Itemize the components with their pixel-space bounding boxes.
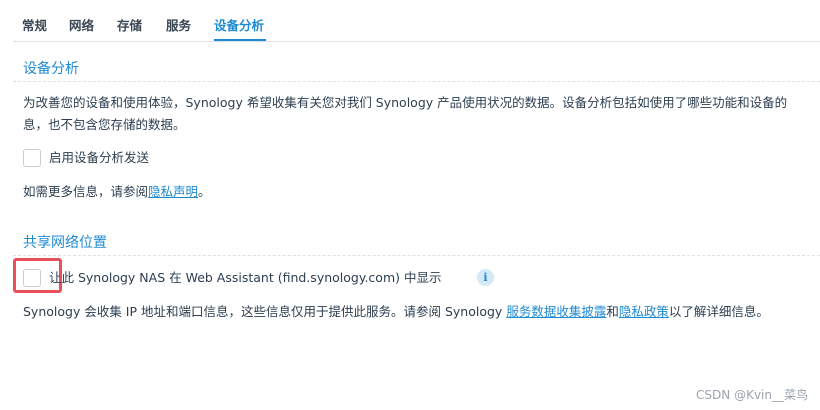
more-info-text: 如需更多信息，请参阅隐私声明。 — [23, 181, 211, 203]
section-divider — [13, 255, 820, 256]
note-prefix: Synology 会收集 IP 地址和端口信息，这些信息仅用于提供此服务。请参阅… — [23, 304, 507, 319]
service-data-disclosure-link[interactable]: 服务数据收集披露 — [506, 304, 606, 319]
tab-network[interactable]: 网络 — [69, 15, 94, 34]
web-assistant-label[interactable]: 让此 Synology NAS 在 Web Assistant (find.sy… — [49, 267, 441, 289]
note-suffix: 以了解详细信息。 — [668, 304, 769, 319]
watermark: CSDN @Kvin__菜鸟 — [696, 388, 808, 402]
enable-analytics-label[interactable]: 启用设备分析发送 — [49, 147, 149, 169]
analytics-description-line2: 息，也不包含您存储的数据。 — [23, 117, 186, 132]
tab-bar: 常规 网络 存储 服务 设备分析 — [13, 0, 820, 42]
section-title-shared-location: 共享网络位置 — [23, 235, 107, 251]
tab-services[interactable]: 服务 — [166, 15, 191, 34]
enable-analytics-checkbox[interactable] — [23, 149, 41, 167]
tab-general[interactable]: 常规 — [22, 15, 47, 34]
more-info-prefix: 如需更多信息，请参阅 — [23, 184, 149, 199]
tab-storage[interactable]: 存储 — [117, 15, 142, 34]
section-title-device-analytics: 设备分析 — [23, 61, 79, 77]
note-mid: 和 — [606, 304, 619, 319]
privacy-policy-link[interactable]: 隐私政策 — [619, 304, 669, 319]
section-divider — [13, 81, 820, 82]
analytics-description-line1: 为改善您的设备和使用体验，Synology 希望收集有关您对我们 Synolog… — [23, 95, 788, 110]
info-icon[interactable]: i — [477, 269, 494, 286]
tab-device-analytics[interactable]: 设备分析 — [214, 15, 264, 34]
web-assistant-checkbox[interactable] — [23, 269, 41, 287]
active-tab-indicator — [214, 39, 266, 41]
data-collection-note: Synology 会收集 IP 地址和端口信息，这些信息仅用于提供此服务。请参阅… — [23, 301, 769, 323]
privacy-statement-link[interactable]: 隐私声明 — [148, 184, 198, 199]
device-analytics-settings: 常规 网络 存储 服务 设备分析 设备分析 为改善您的设备和使用体验，Synol… — [0, 0, 820, 410]
more-info-suffix: 。 — [198, 184, 211, 199]
